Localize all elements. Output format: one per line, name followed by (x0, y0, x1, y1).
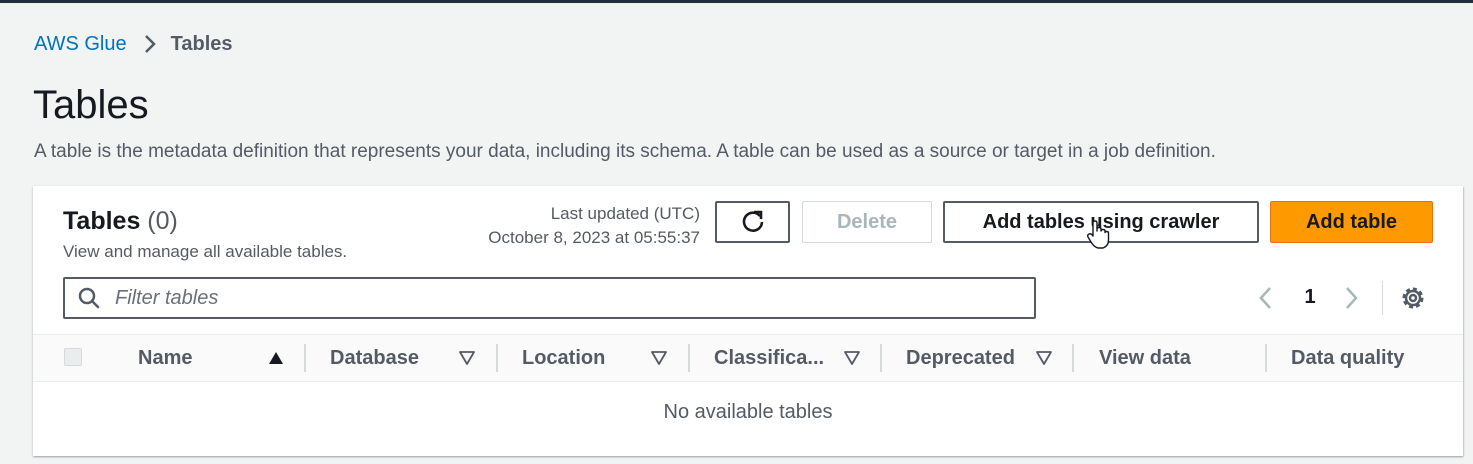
column-divider[interactable] (880, 344, 882, 372)
page-description: A table is the metadata definition that … (34, 141, 1216, 162)
column-label: Classifica... (714, 346, 825, 369)
sort-filter-icon[interactable] (1036, 351, 1052, 370)
empty-state-message: No available tables (663, 401, 833, 423)
sort-filter-icon[interactable] (651, 351, 667, 370)
column-label: Deprecated (906, 346, 1015, 369)
sort-filter-icon[interactable] (459, 351, 475, 370)
sort-filter-icon[interactable] (844, 351, 860, 370)
column-label: Name (138, 346, 193, 369)
column-header-classification[interactable]: Classifica... (714, 335, 844, 381)
column-header-deprecated[interactable]: Deprecated (906, 335, 1036, 381)
refresh-icon (740, 209, 766, 235)
breadcrumb: AWS Glue Tables (34, 31, 233, 57)
column-label: Database (330, 346, 419, 369)
chevron-right-icon (143, 33, 157, 55)
search-icon (77, 286, 101, 310)
column-divider[interactable] (1265, 344, 1267, 372)
column-label: Data quality (1291, 346, 1405, 369)
delete-button[interactable]: Delete (802, 201, 932, 243)
last-updated-label: Last updated (UTC) (550, 204, 700, 223)
column-header-view-data[interactable]: View data (1099, 335, 1249, 381)
filter-tables-field[interactable] (63, 277, 1036, 319)
column-label: View data (1099, 346, 1191, 369)
panel-title: Tables (63, 207, 141, 235)
last-updated: Last updated (UTC) October 8, 2023 at 05… (488, 202, 700, 250)
select-all-checkbox[interactable] (64, 348, 82, 366)
pagination-divider (1382, 281, 1383, 315)
cursor-hand-icon (1086, 220, 1110, 255)
filter-tables-input[interactable] (113, 285, 997, 311)
last-updated-value: October 8, 2023 at 05:55:37 (488, 228, 700, 247)
column-header-location[interactable]: Location (522, 335, 652, 381)
chevron-right-icon[interactable] (1343, 285, 1359, 316)
column-label: Location (522, 346, 606, 369)
table-header: Name Database Location Classifica... Dep… (33, 334, 1463, 382)
column-header-database[interactable]: Database (330, 335, 460, 381)
column-divider[interactable] (496, 344, 498, 372)
tables-panel: Tables (0) View and manage all available… (33, 186, 1463, 456)
panel-header: Tables (0) (63, 206, 178, 236)
refresh-button[interactable] (715, 201, 790, 243)
add-table-button[interactable]: Add table (1270, 201, 1433, 243)
column-header-name[interactable]: Name (138, 335, 288, 381)
page-title: Tables (33, 83, 149, 127)
column-header-data-quality[interactable]: Data quality (1291, 335, 1451, 381)
table-count: (0) (147, 207, 178, 235)
breadcrumb-link-aws-glue[interactable]: AWS Glue (34, 33, 127, 56)
panel-subtitle: View and manage all available tables. (63, 242, 348, 261)
sort-ascending-icon[interactable] (268, 351, 284, 370)
column-divider[interactable] (1072, 344, 1074, 372)
column-divider[interactable] (304, 344, 306, 372)
chevron-left-icon[interactable] (1258, 285, 1274, 316)
top-bar (0, 0, 1473, 3)
breadcrumb-current: Tables (170, 32, 233, 55)
column-divider[interactable] (688, 344, 690, 372)
pagination-page[interactable]: 1 (1303, 285, 1317, 309)
gear-icon[interactable] (1399, 284, 1427, 317)
